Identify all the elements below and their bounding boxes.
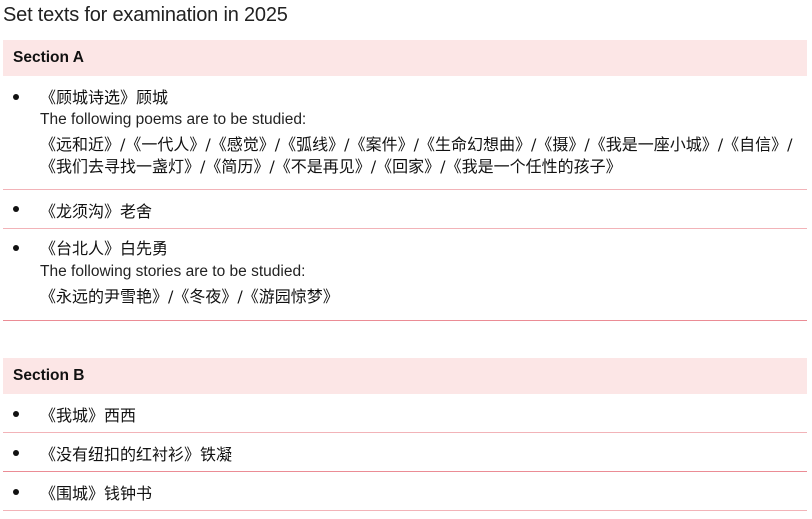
works-line: 《我们去寻找一盏灯》/《简历》/《不是再见》/《回家》/《我是一个任性的孩子》 xyxy=(40,157,622,176)
list-item: 《台北人》白先勇 The following stories are to be… xyxy=(3,229,807,321)
item-title: 《我城》西西 xyxy=(40,406,137,425)
section-a: Section A 《顾城诗选》顾城 The following poems a… xyxy=(3,40,807,321)
item-title: 《台北人》白先勇 xyxy=(40,239,169,258)
list-item: 《围城》钱钟书 xyxy=(3,472,807,511)
item-works: 《永远的尹雪艳》/《冬夜》/《游园惊梦》 xyxy=(40,286,339,308)
bullet-icon xyxy=(13,450,19,456)
section-header: Section A xyxy=(3,40,807,76)
works-line: 《永远的尹雪艳》/《冬夜》/《游园惊梦》 xyxy=(40,287,339,306)
section-header: Section B xyxy=(3,358,807,394)
item-title: 《没有纽扣的红衬衫》铁凝 xyxy=(40,445,233,464)
item-note: The following poems are to be studied: xyxy=(40,111,307,128)
list-item: 《龙须沟》老舍 xyxy=(3,190,807,229)
list-item: 《我城》西西 xyxy=(3,394,807,433)
section-b: Section B 《我城》西西 《没有纽扣的红衬衫》铁凝 《围城》钱钟书 xyxy=(3,358,807,511)
works-line: 《远和近》/《一代人》/《感觉》/《弧线》/《案件》/《生命幻想曲》/《摄》/《… xyxy=(40,135,793,154)
item-title: 《围城》钱钟书 xyxy=(40,484,153,503)
bullet-icon xyxy=(13,206,19,212)
page-title: Set texts for examination in 2025 xyxy=(3,4,288,26)
bullet-icon xyxy=(13,489,19,495)
bullet-icon xyxy=(13,94,19,100)
list-item: 《顾城诗选》顾城 The following poems are to be s… xyxy=(3,76,807,190)
item-note: The following stories are to be studied: xyxy=(40,263,306,280)
bullet-icon xyxy=(13,411,19,417)
item-title: 《龙须沟》老舍 xyxy=(40,202,153,221)
item-works: 《远和近》/《一代人》/《感觉》/《弧线》/《案件》/《生命幻想曲》/《摄》/《… xyxy=(40,134,800,178)
item-title: 《顾城诗选》顾城 xyxy=(40,88,169,107)
bullet-icon xyxy=(13,245,19,251)
list-item: 《没有纽扣的红衬衫》铁凝 xyxy=(3,433,807,472)
